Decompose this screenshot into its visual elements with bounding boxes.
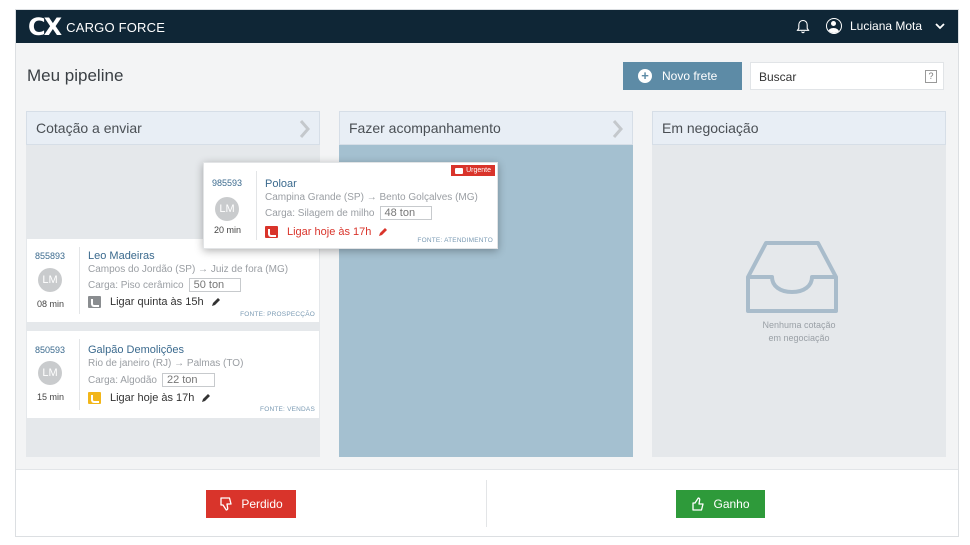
avatar: LM	[38, 361, 62, 385]
load-info: Carga: Silagem de milho 48 ton	[265, 206, 433, 220]
user-name: Luciana Mota	[850, 19, 923, 33]
footer-drop-zone: Perdido Ganho	[16, 469, 958, 536]
next-action[interactable]: Ligar hoje às 17h	[88, 392, 211, 404]
route: Campos do Jordão (SP) → Juiz de fora (MG…	[88, 264, 289, 275]
column-title: Cotação a enviar	[36, 120, 142, 136]
load-info: Carga: Piso cerâmico 50 ton	[88, 278, 242, 292]
empty-state-line2: em negociação	[768, 333, 830, 343]
logo[interactable]: CX CARGO FORCE	[28, 15, 165, 39]
won-button[interactable]: Ganho	[676, 490, 765, 518]
action-label: Ligar quinta às 15h	[110, 296, 204, 308]
logo-mark: CX	[28, 13, 62, 41]
load-tons: 50 ton	[188, 278, 242, 292]
freight-card-dragging[interactable]: Urgente 985593 LM 20 min Poloar Campina …	[203, 162, 498, 249]
thumbs-up-icon	[692, 497, 705, 511]
next-action[interactable]: Ligar quinta às 15h	[88, 296, 221, 308]
search-box: ?	[750, 62, 944, 90]
chevron-right-icon[interactable]	[299, 119, 311, 139]
lead-source: FONTE: VENDAS	[260, 406, 315, 413]
client-name[interactable]: Poloar	[265, 178, 297, 190]
plus-icon: +	[638, 69, 652, 83]
bell-icon[interactable]	[796, 19, 810, 34]
urgent-label: Urgente	[466, 167, 491, 174]
card-id: 850593	[35, 345, 66, 355]
new-freight-button[interactable]: + Novo frete	[623, 62, 742, 90]
action-label: Ligar hoje às 17h	[110, 392, 195, 404]
column-header: Cotação a enviar	[26, 111, 320, 145]
avatar: LM	[38, 268, 62, 292]
empty-state-line1: Nenhuma cotação	[762, 320, 836, 330]
load-tons: 48 ton	[379, 206, 433, 220]
pencil-icon[interactable]	[211, 297, 221, 307]
footer-divider	[486, 480, 487, 527]
column-title: Fazer acompanhamento	[349, 120, 501, 136]
elapsed-time: 08 min	[37, 299, 65, 309]
chevron-down-icon[interactable]	[934, 20, 946, 32]
lead-source: FONTE: ATENDIMENTO	[417, 237, 493, 244]
avatar: LM	[215, 197, 239, 221]
pencil-icon[interactable]	[378, 227, 388, 237]
inbox-tray-icon	[746, 241, 838, 313]
client-name[interactable]: Galpão Demolições	[88, 344, 184, 356]
top-bar: CX CARGO FORCE Luciana Mota	[16, 10, 958, 43]
truck-icon	[455, 167, 464, 174]
thumbs-down-icon	[220, 497, 232, 511]
column-header: Fazer acompanhamento	[339, 111, 633, 145]
column-header: Em negociação	[652, 111, 946, 145]
lost-label: Perdido	[241, 497, 283, 511]
user-avatar-icon	[826, 18, 842, 34]
column-title: Em negociação	[662, 120, 759, 136]
card-divider	[256, 171, 257, 240]
logo-text: CARGO FORCE	[66, 19, 166, 35]
card-id: 985593	[212, 178, 243, 188]
lost-button[interactable]: Perdido	[206, 490, 296, 518]
app-window: CX CARGO FORCE Luciana Mota Meu pipeline…	[15, 9, 959, 537]
card-divider	[79, 339, 80, 410]
card-id: 855893	[35, 251, 66, 261]
new-freight-label: Novo frete	[662, 69, 718, 83]
route: Campina Grande (SP) → Bento Golçalves (M…	[265, 192, 478, 203]
route: Rio de janeiro (RJ) → Palmas (TO)	[88, 358, 244, 369]
chevron-right-icon[interactable]	[612, 119, 624, 139]
empty-state-text: Nenhuma cotação em negociação	[652, 319, 946, 345]
user-menu[interactable]: Luciana Mota	[826, 17, 922, 35]
freight-card[interactable]: 855893 LM 08 min Leo Madeiras Campos do …	[27, 239, 319, 322]
load-label: Carga: Algodão	[88, 374, 157, 386]
next-action[interactable]: Ligar hoje às 17h	[265, 226, 388, 238]
client-name[interactable]: Leo Madeiras	[88, 250, 155, 262]
freight-card[interactable]: 850593 LM 15 min Galpão Demolições Rio d…	[27, 331, 319, 418]
phone-icon	[88, 392, 101, 404]
phone-icon	[265, 226, 278, 238]
won-label: Ganho	[713, 497, 750, 511]
pencil-icon[interactable]	[201, 393, 211, 403]
lead-source: FONTE: PROSPECÇÃO	[240, 311, 315, 318]
card-divider	[79, 247, 80, 314]
action-label: Ligar hoje às 17h	[287, 226, 372, 238]
load-info: Carga: Algodão 22 ton	[88, 373, 215, 387]
help-icon[interactable]: ?	[925, 70, 937, 83]
urgent-badge: Urgente	[451, 165, 495, 176]
elapsed-time: 15 min	[37, 392, 65, 402]
search-input[interactable]	[759, 69, 919, 85]
page-title: Meu pipeline	[27, 66, 124, 85]
elapsed-time: 20 min	[214, 225, 242, 235]
load-tons: 22 ton	[161, 373, 215, 387]
phone-icon	[88, 296, 101, 308]
load-label: Carga: Piso cerâmico	[88, 279, 184, 291]
load-label: Carga: Silagem de milho	[265, 207, 375, 219]
